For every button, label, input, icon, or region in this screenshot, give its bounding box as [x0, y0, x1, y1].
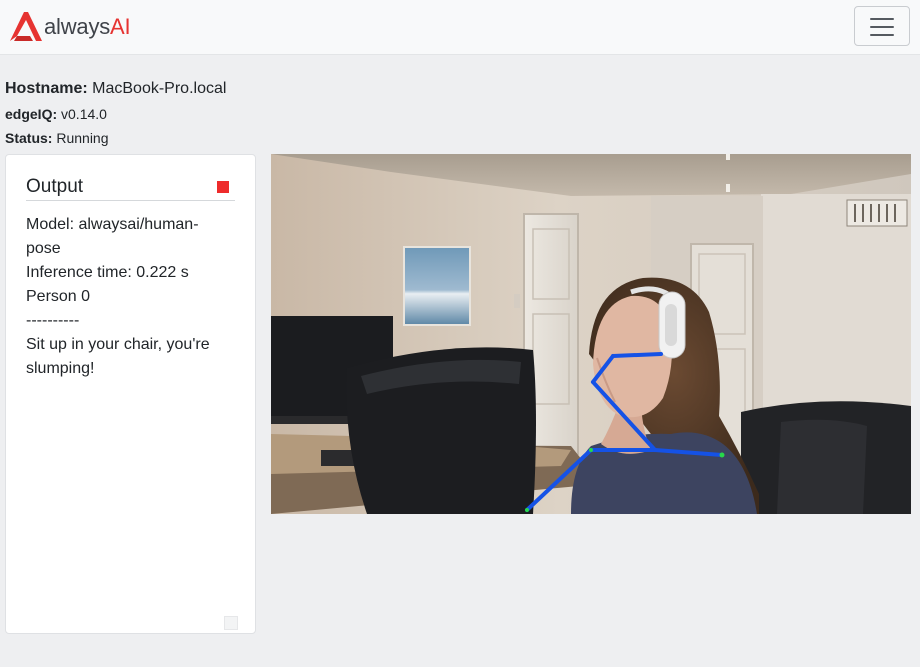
brand[interactable]: alwaysAI [8, 9, 131, 43]
video-stream-icon [271, 154, 911, 514]
hostname-row: Hostname: MacBook-Pro.local [5, 79, 226, 99]
output-header: Output [26, 176, 235, 201]
brand-name: alwaysAI [44, 14, 131, 39]
menu-toggle-button[interactable] [854, 6, 910, 46]
output-line-person: Person 0 [26, 288, 91, 305]
output-line-inference-time: Inference time: 0.222 s [26, 264, 189, 281]
brand-name-prefix: always [44, 14, 111, 39]
status-label: Status: [5, 130, 53, 146]
stop-icon[interactable] [217, 181, 229, 193]
output-line-model: Model: alwaysai/human-pose [26, 216, 199, 257]
hamburger-menu-icon [870, 18, 894, 36]
alwaysai-logo-icon [10, 12, 42, 41]
brand-name-suffix: AI [110, 14, 131, 39]
edgeiq-version: v0.14.0 [61, 106, 107, 122]
hostname-value: MacBook-Pro.local [92, 80, 227, 97]
video-stream [271, 154, 911, 514]
edgeiq-row: edgeIQ: v0.14.0 [5, 105, 107, 123]
navbar: alwaysAI [0, 0, 920, 55]
status-value: Running [56, 130, 109, 146]
output-line-separator: ---------- [26, 312, 80, 329]
resize-handle[interactable] [224, 616, 238, 630]
output-title: Output [26, 176, 84, 197]
output-line-posture-message: Sit up in your chair, you're slumping! [26, 336, 210, 377]
hostname-label: Hostname: [5, 80, 88, 97]
output-panel: Output Model: alwaysai/human-pose Infere… [5, 154, 256, 634]
edgeiq-label: edgeIQ: [5, 106, 58, 122]
status-row: Status: Running [5, 129, 109, 147]
output-log: Model: alwaysai/human-pose Inference tim… [26, 213, 226, 381]
